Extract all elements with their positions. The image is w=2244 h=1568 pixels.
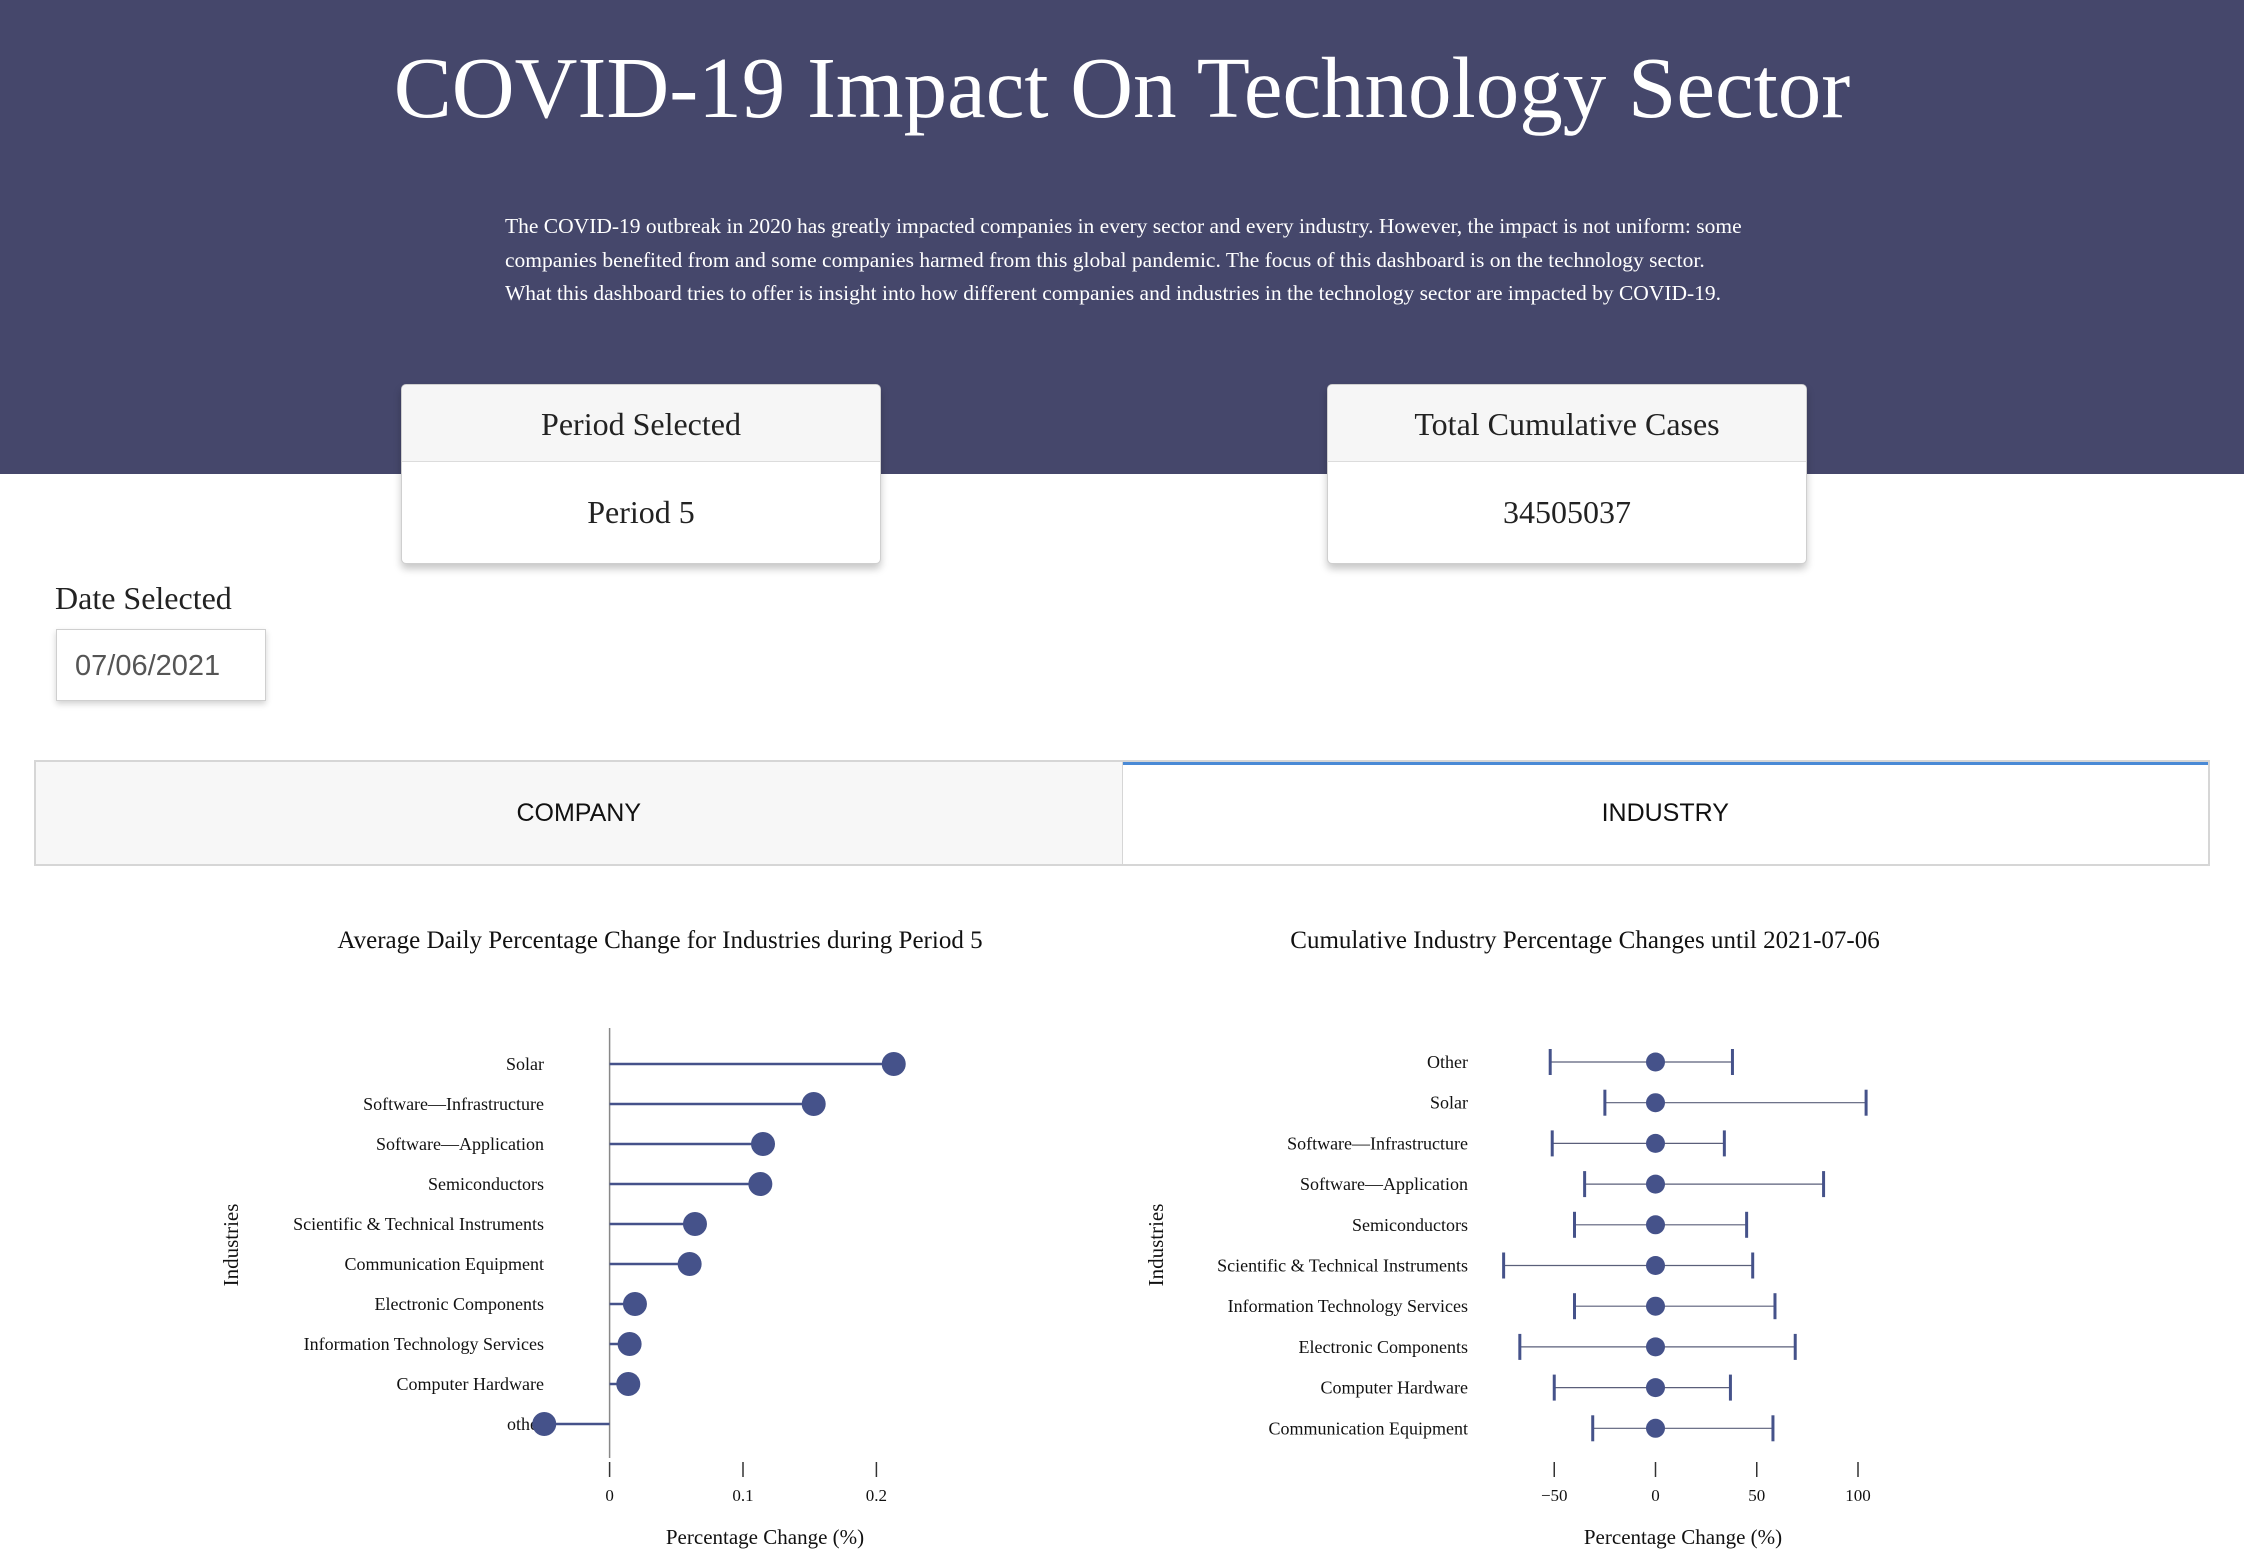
category-label: Communication Equipment [1269, 1418, 1468, 1438]
x-axis-title: Percentage Change (%) [666, 1525, 864, 1549]
error-bar-center-point [1646, 1296, 1665, 1316]
cumulative-change-chart: Cumulative Industry Percentage Changes u… [1125, 900, 2125, 1560]
total-cases-label: Total Cumulative Cases [1328, 385, 1806, 462]
error-bar-center-point [1646, 1093, 1665, 1113]
page-title: COVID-19 Impact On Technology Sector [393, 39, 1851, 136]
lollipop-point [748, 1172, 773, 1196]
period-selected-label: Period Selected [402, 385, 880, 462]
y-axis-title: Industries [219, 1204, 243, 1287]
x-tick-label: 0 [605, 1486, 614, 1505]
chart-title: Cumulative Industry Percentage Changes u… [1290, 927, 1879, 954]
error-bar-center-point [1646, 1133, 1665, 1153]
category-label: Other [1427, 1052, 1468, 1072]
date-input[interactable]: 07/06/2021 [56, 629, 266, 701]
date-selected-label: Date Selected [55, 580, 232, 616]
x-tick-label: −50 [1541, 1486, 1568, 1505]
x-tick-label: 100 [1845, 1486, 1871, 1505]
daily-change-chart: Average Daily Percentage Change for Indu… [200, 900, 1060, 1560]
lollipop-point [801, 1092, 826, 1116]
total-cases-value: 34505037 [1503, 494, 1631, 530]
category-label: Software—Application [376, 1134, 544, 1154]
lollipop-point [677, 1252, 702, 1276]
cumulative-change-chart-svg: Cumulative Industry Percentage Changes u… [1144, 927, 1880, 1549]
category-label: Software—Infrastructure [1287, 1133, 1468, 1153]
total-cases-card: Total Cumulative Cases 34505037 [1327, 384, 1807, 564]
lollipop-point [622, 1292, 647, 1316]
x-tick-label: 0 [1651, 1486, 1660, 1505]
error-bar-center-point [1646, 1052, 1665, 1072]
category-label: Communication Equipment [345, 1254, 544, 1274]
category-label: Software—Application [1300, 1174, 1468, 1194]
x-tick-label: 50 [1748, 1486, 1765, 1505]
error-bar-center-point [1646, 1215, 1665, 1235]
category-label: Solar [1430, 1093, 1468, 1113]
chart-title: Average Daily Percentage Change for Indu… [337, 927, 982, 954]
error-bar-center-point [1646, 1256, 1665, 1275]
error-bar-center-point [1646, 1418, 1665, 1438]
x-axis-title: Percentage Change (%) [1584, 1525, 1782, 1549]
intro-text: The COVID-19 outbreak in 2020 has greatl… [505, 214, 1742, 305]
x-tick-label: 0.1 [732, 1486, 753, 1505]
category-label: Electronic Components [1299, 1337, 1468, 1357]
category-label: Scientific & Technical Instruments [1217, 1256, 1468, 1276]
lollipop-point [682, 1212, 707, 1236]
category-label: Computer Hardware [397, 1374, 544, 1394]
period-selected-card: Period Selected Period 5 [401, 384, 881, 564]
category-label: Semiconductors [1352, 1215, 1468, 1235]
period-selected-value: Period 5 [587, 494, 695, 530]
category-label: Electronic Components [375, 1294, 544, 1314]
x-tick-label: 0.2 [866, 1486, 887, 1505]
category-label: Software—Infrastructure [363, 1094, 544, 1114]
lollipop-point [751, 1132, 776, 1156]
category-label: Scientific & Technical Instruments [293, 1214, 544, 1234]
category-label: Computer Hardware [1321, 1378, 1468, 1398]
error-bar-center-point [1646, 1337, 1665, 1357]
lollipop-point [616, 1372, 641, 1396]
lollipop-point [881, 1052, 906, 1076]
tab-industry[interactable]: INDUSTRY [1122, 762, 2208, 864]
error-bar-center-point [1646, 1378, 1665, 1398]
category-label: Information Technology Services [304, 1334, 544, 1354]
view-tabs: COMPANY INDUSTRY [34, 760, 2210, 866]
category-label: Semiconductors [428, 1174, 544, 1194]
lollipop-point [532, 1412, 557, 1436]
tab-company[interactable]: COMPANY [36, 762, 1123, 864]
y-axis-title: Industries [1144, 1204, 1168, 1287]
daily-change-chart-svg: Average Daily Percentage Change for Indu… [219, 927, 983, 1549]
header-banner: COVID-19 Impact On Technology Sector The… [0, 0, 2244, 474]
error-bar-center-point [1646, 1174, 1665, 1194]
category-label: Solar [506, 1054, 544, 1074]
category-label: Information Technology Services [1228, 1296, 1468, 1316]
lollipop-point [617, 1332, 642, 1356]
